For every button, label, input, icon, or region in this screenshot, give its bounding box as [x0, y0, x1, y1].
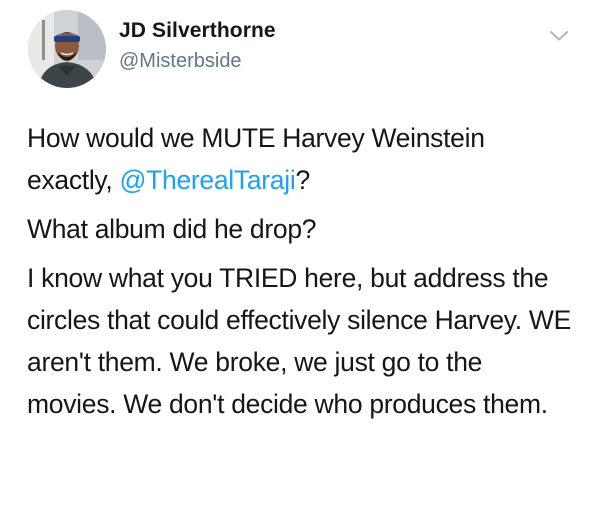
display-name[interactable]: JD Silverthorne: [119, 19, 276, 43]
tweet-card: JD Silverthorne @Misterbside How would w…: [0, 0, 595, 520]
tweet-text-segment: ?: [295, 165, 310, 195]
tweet-paragraph: What album did he drop?: [27, 214, 317, 244]
avatar[interactable]: [28, 10, 106, 88]
tweet-paragraph: I know what you TRIED here, but address …: [27, 263, 571, 419]
tweet-paragraph: How would we MUTE Harvey Weinstein exact…: [27, 117, 572, 201]
profile-photo-icon: [28, 10, 106, 88]
chevron-down-icon[interactable]: [548, 28, 570, 44]
user-handle[interactable]: @Misterbside: [119, 50, 242, 73]
tweet-text: How would we MUTE Harvey Weinstein exact…: [27, 117, 572, 432]
mention-link[interactable]: @TherealTaraji: [120, 165, 296, 195]
